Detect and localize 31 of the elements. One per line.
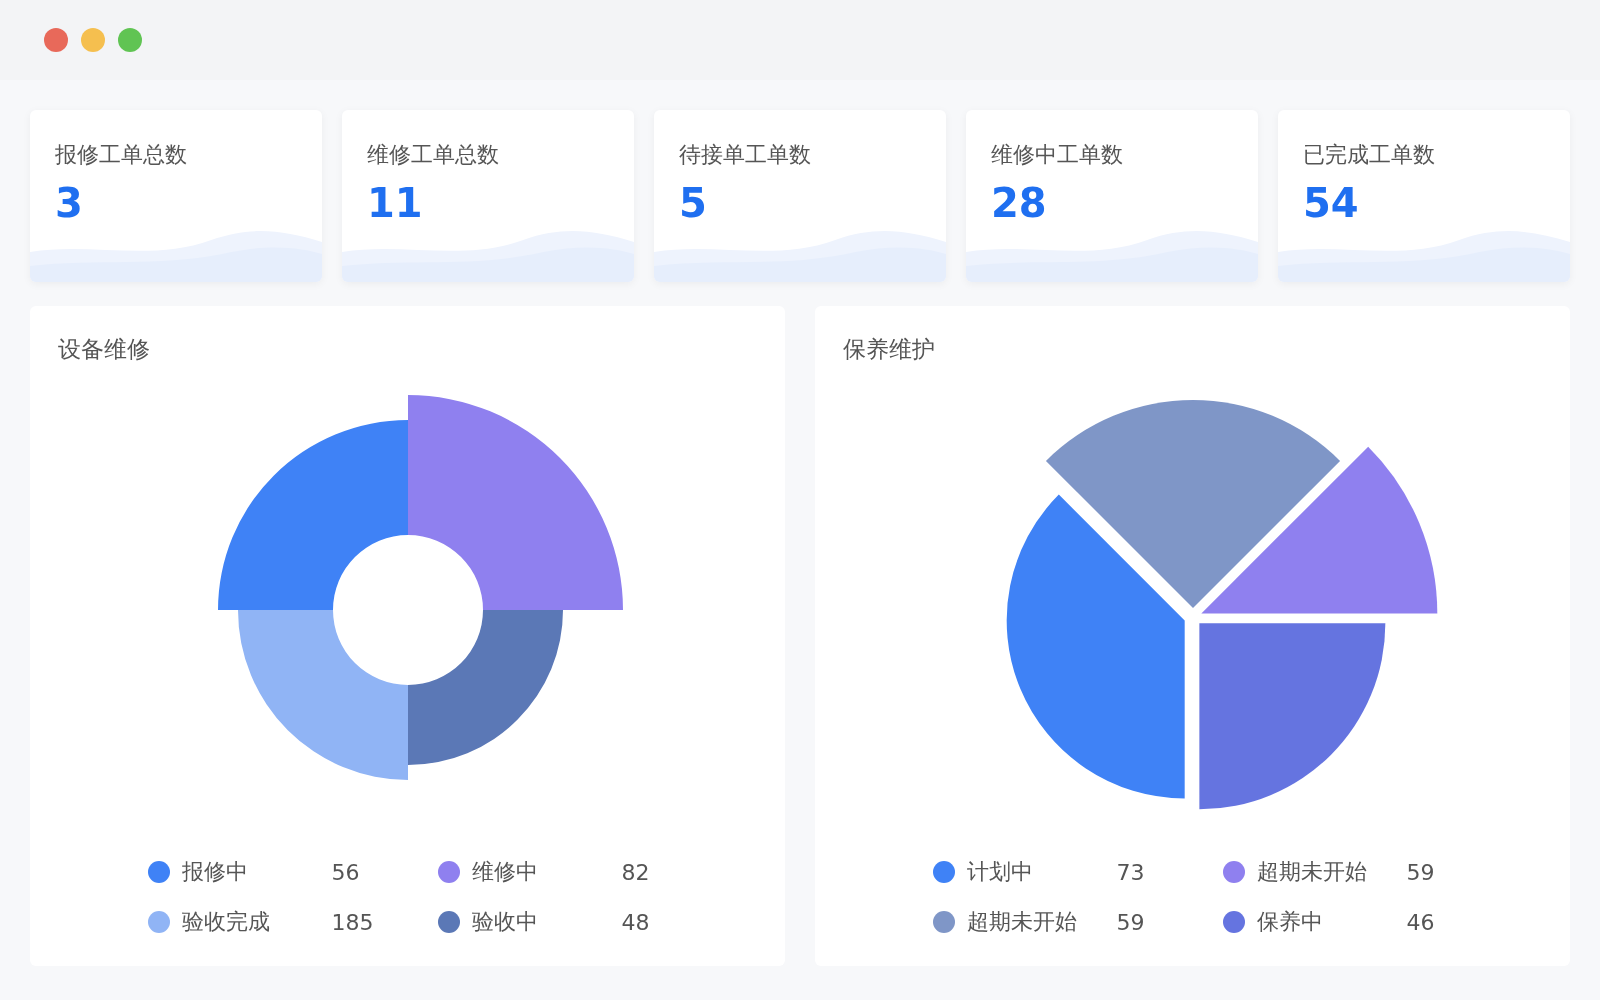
legend-label: 保养中 [1256,908,1324,936]
legend-value: 59 [1406,859,1435,885]
legend-label: 超期未开始 [966,908,1078,936]
maximize-button[interactable] [118,28,142,52]
legend-label: 验收完成 [181,908,271,936]
close-button[interactable] [44,28,68,52]
legend-value: 185 [331,909,374,935]
legend-label: 计划中 [966,858,1034,886]
panel-title: 设备维修 [58,335,150,364]
stat-value: 11 [367,180,423,226]
stat-value: 28 [991,180,1047,226]
stat-value: 54 [1303,180,1359,226]
stat-label: 报修工单总数 [55,141,187,169]
legend-value: 82 [621,859,650,885]
stat-value: 3 [55,180,83,226]
stat-label: 已完成工单数 [1303,141,1435,169]
stat-label: 维修中工单数 [991,141,1123,169]
legend-label: 验收中 [471,908,539,936]
stat-label: 维修工单总数 [367,141,499,169]
legend-label: 报修中 [181,858,249,886]
legend-value: 59 [1116,909,1145,935]
minimize-button[interactable] [81,28,105,52]
legend-label: 超期未开始 [1256,858,1368,886]
legend-value: 48 [621,909,650,935]
legend-value: 73 [1116,859,1145,885]
legend-value: 46 [1406,909,1435,935]
stat-value: 5 [679,180,707,226]
stat-label: 待接单工单数 [679,141,811,169]
legend-label: 维修中 [471,858,539,886]
legend-value: 56 [331,859,360,885]
panel-title: 保养维护 [843,335,935,364]
